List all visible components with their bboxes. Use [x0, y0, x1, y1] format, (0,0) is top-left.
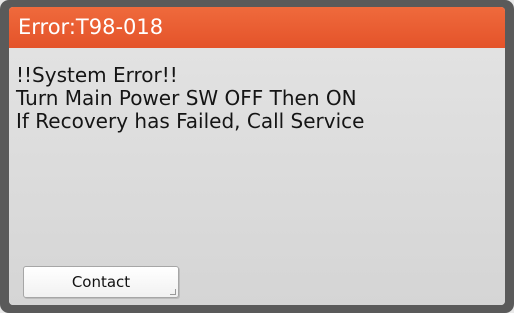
- error-dialog: Error:T98-018 !!System Error!! Turn Main…: [9, 7, 505, 305]
- message-line: Turn Main Power SW OFF Then ON: [16, 86, 357, 110]
- error-message: !!System Error!! Turn Main Power SW OFF …: [16, 64, 364, 133]
- dialog-title: Error:T98-018: [18, 15, 164, 39]
- device-frame: Error:T98-018 !!System Error!! Turn Main…: [0, 0, 514, 313]
- corner-grip-icon: [170, 289, 176, 295]
- contact-button[interactable]: Contact: [23, 266, 179, 298]
- contact-button-label: Contact: [71, 273, 131, 291]
- dialog-title-bar: Error:T98-018: [9, 7, 505, 48]
- message-line: If Recovery has Failed, Call Service: [16, 109, 365, 133]
- message-line: !!System Error!!: [16, 63, 178, 87]
